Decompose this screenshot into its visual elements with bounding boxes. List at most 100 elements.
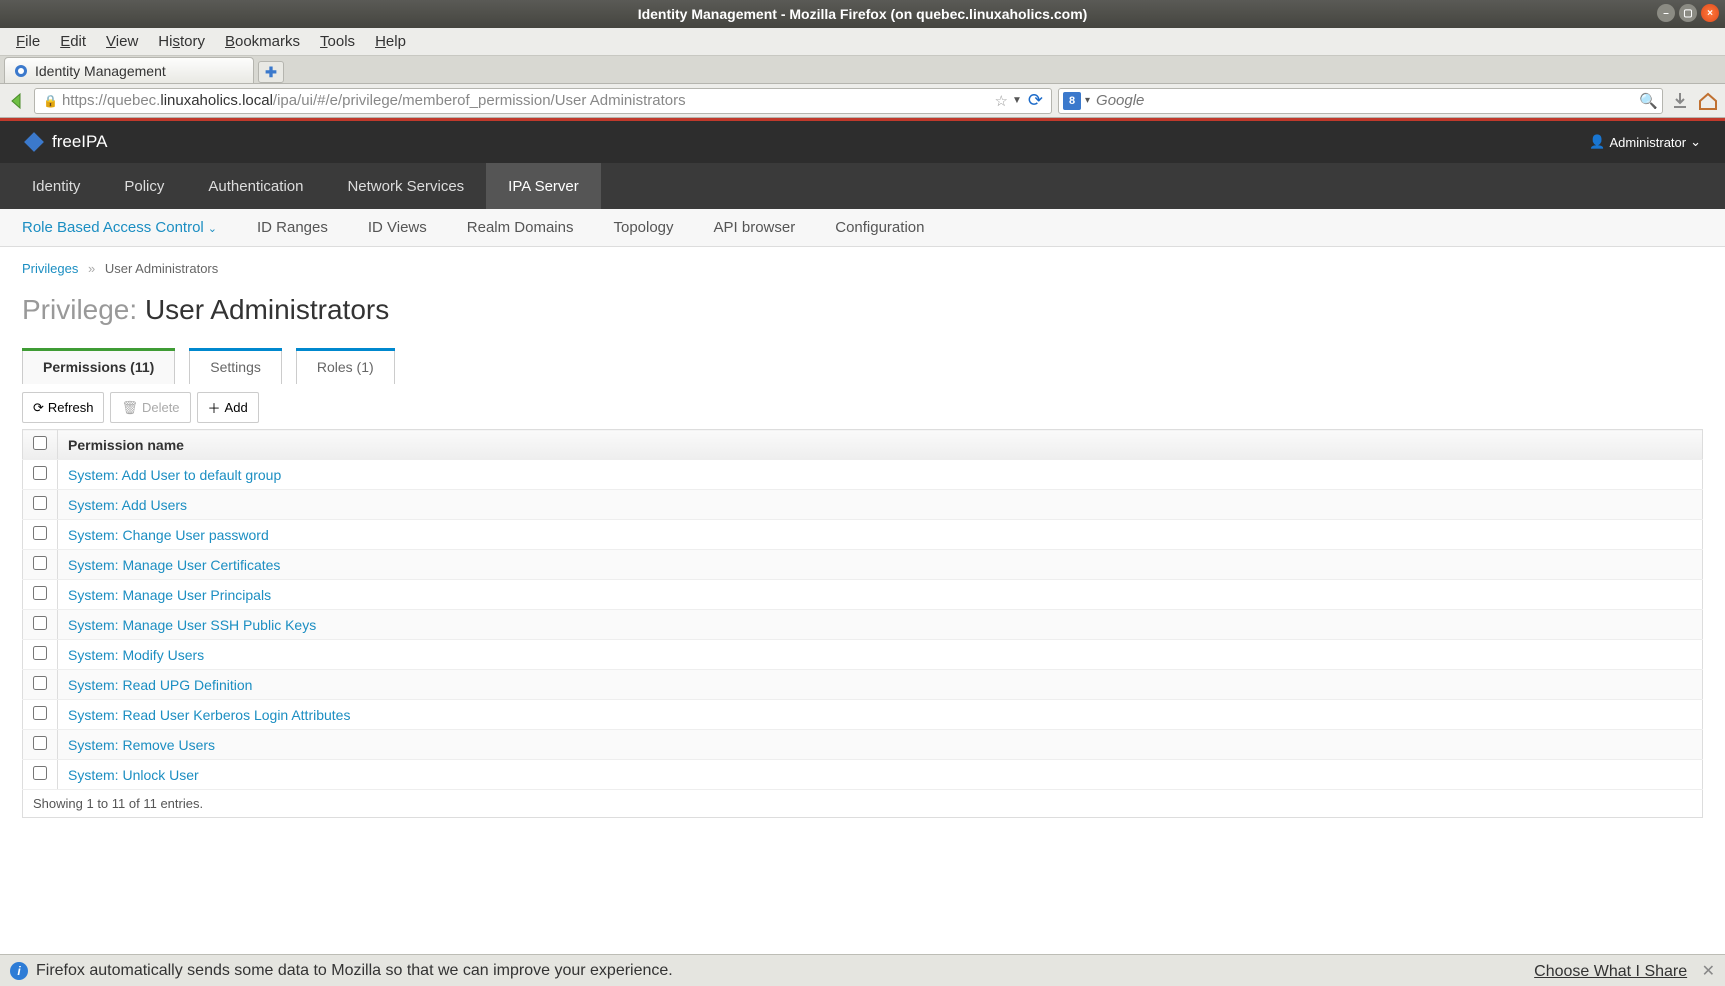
permission-link[interactable]: System: Manage User Principals <box>68 587 271 603</box>
permission-link[interactable]: System: Read UPG Definition <box>68 677 252 693</box>
permission-link[interactable]: System: Read User Kerberos Login Attribu… <box>68 707 350 723</box>
row-checkbox-cell <box>23 640 58 670</box>
table-row: System: Manage User Principals <box>23 580 1703 610</box>
permission-link[interactable]: System: Change User password <box>68 527 269 543</box>
user-label: Administrator <box>1610 135 1687 150</box>
browser-tab-label: Identity Management <box>35 63 166 79</box>
primary-nav-item[interactable]: Network Services <box>325 163 486 209</box>
permission-cell: System: Manage User Certificates <box>58 550 1703 580</box>
refresh-icon: ⟳ <box>33 400 44 416</box>
row-checkbox-cell <box>23 760 58 790</box>
search-box[interactable]: 8 ▾ 🔍 <box>1058 88 1663 114</box>
row-checkbox-cell <box>23 730 58 760</box>
browser-tab[interactable]: Identity Management <box>4 57 254 83</box>
ipa-brand[interactable]: freeIPA <box>24 132 107 152</box>
chevron-down-icon: ⌄ <box>1690 134 1701 150</box>
permission-link[interactable]: System: Modify Users <box>68 647 204 663</box>
permission-cell: System: Manage User Principals <box>58 580 1703 610</box>
facet-tab[interactable]: Roles (1) <box>296 348 395 384</box>
primary-nav-item[interactable]: IPA Server <box>486 163 601 209</box>
row-checkbox[interactable] <box>33 706 47 720</box>
row-checkbox-cell <box>23 550 58 580</box>
table-row: System: Modify Users <box>23 640 1703 670</box>
row-checkbox[interactable] <box>33 526 47 540</box>
window-close-button[interactable]: × <box>1701 4 1719 22</box>
new-tab-button[interactable]: ✚ <box>258 61 284 83</box>
row-checkbox[interactable] <box>33 586 47 600</box>
row-checkbox[interactable] <box>33 466 47 480</box>
statusbar: i Firefox automatically sends some data … <box>0 954 1725 986</box>
page-title: Privilege: User Administrators <box>22 294 1703 326</box>
table-row: System: Remove Users <box>23 730 1703 760</box>
row-checkbox[interactable] <box>33 496 47 510</box>
select-all-header <box>23 430 58 460</box>
column-header-permission[interactable]: Permission name <box>58 430 1703 460</box>
permission-cell: System: Change User password <box>58 520 1703 550</box>
row-checkbox[interactable] <box>33 556 47 570</box>
sub-nav-item[interactable]: ID Ranges <box>257 219 328 236</box>
menu-view[interactable]: View <box>96 31 148 52</box>
search-input[interactable] <box>1096 92 1639 109</box>
permission-cell: System: Read UPG Definition <box>58 670 1703 700</box>
refresh-button[interactable]: ⟳Refresh <box>22 392 104 423</box>
menu-bookmarks[interactable]: Bookmarks <box>215 31 310 52</box>
breadcrumb-link[interactable]: Privileges <box>22 261 78 276</box>
primary-nav-item[interactable]: Identity <box>10 163 102 209</box>
ipa-header: freeIPA 👤 Administrator ⌄ <box>0 121 1725 163</box>
facet-tabs: Permissions (11) Settings Roles (1) <box>22 348 1703 384</box>
row-checkbox[interactable] <box>33 676 47 690</box>
browser-tabstrip: Identity Management ✚ <box>0 56 1725 84</box>
facet-tab[interactable]: Permissions (11) <box>22 348 175 384</box>
sub-nav-item[interactable]: Realm Domains <box>467 219 574 236</box>
home-icon[interactable] <box>1697 90 1719 112</box>
permissions-table: Permission name System: Add User to defa… <box>22 429 1703 790</box>
reload-button[interactable]: ⟳ <box>1028 90 1043 111</box>
facet-tab[interactable]: Settings <box>189 348 282 384</box>
permission-cell: System: Remove Users <box>58 730 1703 760</box>
brand-text: freeIPA <box>52 132 107 152</box>
permission-link[interactable]: System: Add User to default group <box>68 467 281 483</box>
window-maximize-button[interactable]: ▢ <box>1679 4 1697 22</box>
menu-history[interactable]: History <box>148 31 215 52</box>
row-checkbox[interactable] <box>33 736 47 750</box>
permission-link[interactable]: System: Remove Users <box>68 737 215 753</box>
menu-file[interactable]: File <box>6 31 50 52</box>
row-checkbox[interactable] <box>33 766 47 780</box>
sub-nav-item[interactable]: ID Views <box>368 219 427 236</box>
choose-share-link[interactable]: Choose What I Share <box>1534 963 1687 980</box>
search-engine-dropdown-icon[interactable]: ▾ <box>1085 95 1090 106</box>
menu-help[interactable]: Help <box>365 31 416 52</box>
delete-button[interactable]: 🗑Delete <box>110 392 190 423</box>
user-icon: 👤 <box>1589 134 1605 150</box>
statusbar-close-icon[interactable]: ✕ <box>1702 963 1715 980</box>
secondary-nav: Role Based Access Control⌄ ID Ranges ID Vi… <box>0 209 1725 247</box>
sub-nav-item[interactable]: API browser <box>714 219 796 236</box>
nav-back-button[interactable] <box>6 90 28 112</box>
row-checkbox[interactable] <box>33 616 47 630</box>
url-dropdown-icon[interactable]: ▼ <box>1012 95 1022 106</box>
window-minimize-button[interactable]: – <box>1657 4 1675 22</box>
row-checkbox-cell <box>23 700 58 730</box>
url-text: https://quebec.linuxaholics.local/ipa/ui… <box>62 92 991 109</box>
bookmark-star-icon[interactable]: ☆ <box>995 92 1008 110</box>
sub-nav-item[interactable]: Topology <box>613 219 673 236</box>
url-input[interactable]: 🔒 https://quebec.linuxaholics.local/ipa/… <box>34 88 1052 114</box>
user-menu[interactable]: 👤 Administrator ⌄ <box>1589 134 1701 150</box>
permission-link[interactable]: System: Unlock User <box>68 767 199 783</box>
permission-link[interactable]: System: Add Users <box>68 497 187 513</box>
permission-link[interactable]: System: Manage User SSH Public Keys <box>68 617 316 633</box>
downloads-icon[interactable] <box>1669 90 1691 112</box>
status-message: Firefox automatically sends some data to… <box>36 962 673 980</box>
add-button[interactable]: ＋Add <box>197 392 259 423</box>
permission-link[interactable]: System: Manage User Certificates <box>68 557 280 573</box>
table-row: System: Change User password <box>23 520 1703 550</box>
select-all-checkbox[interactable] <box>33 436 47 450</box>
menu-tools[interactable]: Tools <box>310 31 365 52</box>
sub-nav-item[interactable]: Role Based Access Control⌄ <box>22 219 217 236</box>
primary-nav-item[interactable]: Authentication <box>186 163 325 209</box>
primary-nav-item[interactable]: Policy <box>102 163 186 209</box>
sub-nav-item[interactable]: Configuration <box>835 219 924 236</box>
search-icon[interactable]: 🔍 <box>1639 92 1658 110</box>
row-checkbox[interactable] <box>33 646 47 660</box>
menu-edit[interactable]: Edit <box>50 31 96 52</box>
